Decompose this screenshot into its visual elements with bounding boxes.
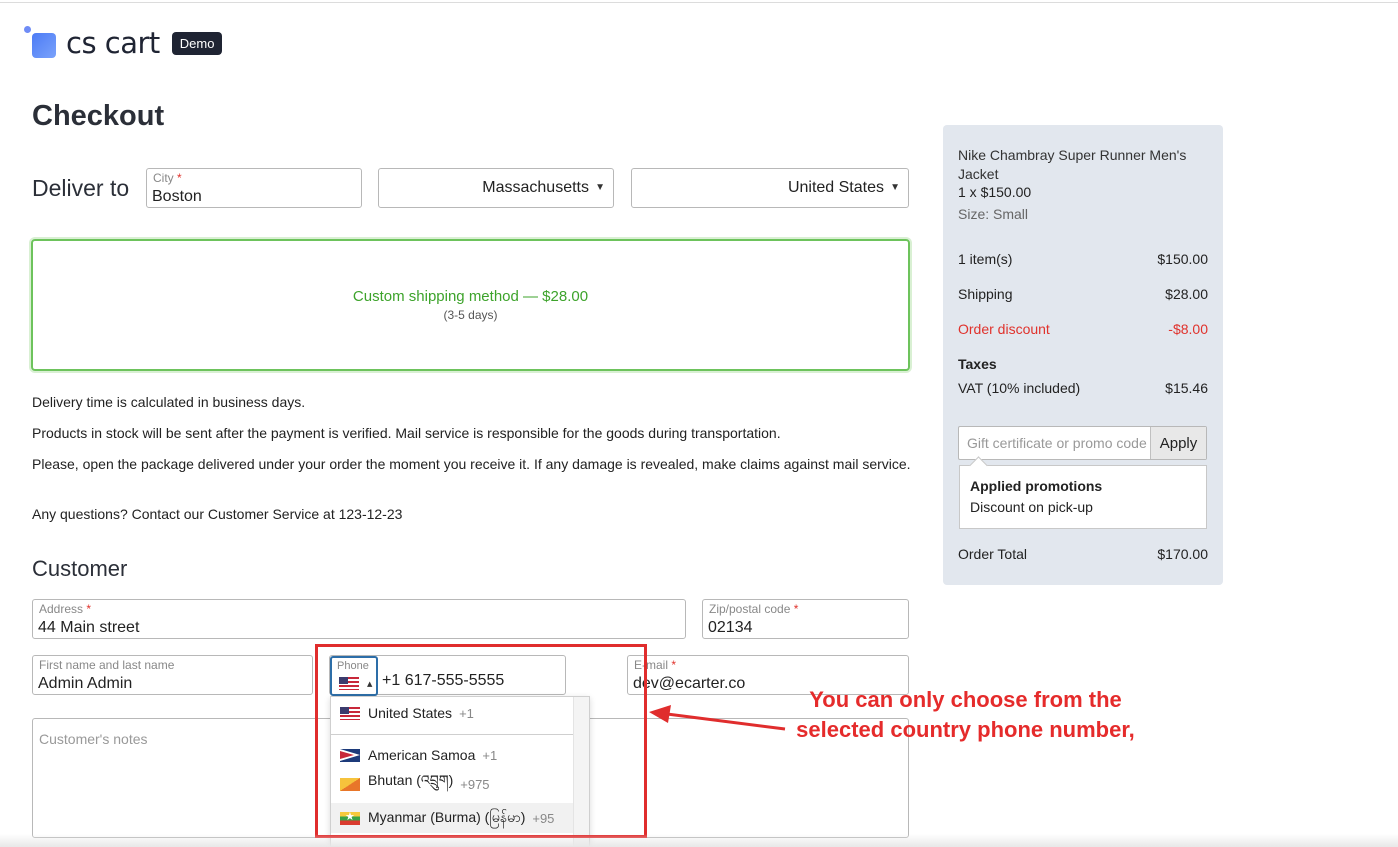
deliver-to-label: Deliver to — [32, 175, 130, 201]
address-field[interactable]: Address * 44 Main street — [32, 599, 686, 639]
subtotal-row: 1 item(s) $150.00 — [958, 251, 1208, 267]
product-size: Size: Small — [958, 206, 1029, 222]
chevron-down-icon: ▼ — [890, 182, 900, 193]
address-value: 44 Main street — [38, 619, 140, 636]
state-value: Massachusetts — [482, 179, 589, 196]
delivery-note: Delivery time is calculated in business … — [32, 394, 306, 410]
subtotal-label: 1 item(s) — [958, 251, 1013, 267]
shipping-method-name: Custom shipping method — $28.00 — [352, 288, 589, 305]
shipping-value: $28.00 — [1165, 286, 1208, 302]
delivery-note: Please, open the package delivered under… — [32, 456, 911, 472]
annotation-highlight-box — [315, 644, 647, 838]
zip-label: Zip/postal code * — [709, 602, 799, 616]
top-border — [0, 0, 1398, 3]
address-label: Address * — [39, 602, 92, 616]
delivery-note: Any questions? Contact our Customer Serv… — [32, 506, 403, 522]
email-value: dev@ecarter.co — [633, 675, 746, 692]
order-summary-panel: Nike Chambray Super Runner Men's Jacket … — [943, 125, 1223, 585]
zip-field[interactable]: Zip/postal code * 02134 — [702, 599, 909, 639]
promo-code-input[interactable]: Gift certificate or promo code — [967, 435, 1152, 451]
city-field[interactable]: City * Boston — [146, 168, 362, 208]
name-value: Admin Admin — [38, 675, 133, 692]
page-title: Checkout — [32, 100, 165, 132]
applied-promotions-box: Applied promotions Discount on pick-up — [959, 465, 1207, 529]
taxes-title: Taxes — [958, 356, 997, 372]
name-field[interactable]: First name and last name Admin Admin — [32, 655, 313, 695]
product-quantity: 1 x $150.00 — [958, 184, 1032, 200]
applied-promotion-item: Discount on pick-up — [970, 499, 1093, 515]
shipping-method-option[interactable]: Custom shipping method — $28.00 (3-5 day… — [31, 239, 910, 371]
customer-section-title: Customer — [32, 556, 128, 581]
shipping-label: Shipping — [958, 286, 1013, 302]
state-select[interactable]: Massachusetts ▼ — [378, 168, 614, 208]
apply-button[interactable]: Apply — [1150, 427, 1206, 459]
country-value: United States — [787, 179, 884, 196]
applied-promotions-title: Applied promotions — [970, 478, 1103, 494]
order-total-row: Order Total $170.00 — [958, 546, 1208, 562]
city-label: City * — [153, 171, 182, 185]
vat-label: VAT (10% included) — [958, 380, 1081, 396]
shipping-row: Shipping $28.00 — [958, 286, 1208, 302]
demo-badge: Demo — [171, 31, 223, 55]
city-value: Boston — [152, 188, 202, 205]
order-total-value: $170.00 — [1157, 546, 1208, 562]
shipping-method-days: (3-5 days) — [443, 308, 498, 322]
vat-row: VAT (10% included) $15.46 — [958, 380, 1208, 396]
delivery-note: Products in stock will be sent after the… — [32, 425, 781, 441]
customer-notes-placeholder: Customer's notes — [39, 731, 148, 747]
logo-mark-icon — [24, 26, 58, 60]
promo-code-group: Gift certificate or promo code Apply — [958, 426, 1207, 460]
product-name[interactable]: Nike Chambray Super Runner Men's Jacket — [958, 146, 1208, 184]
name-label: First name and last name — [39, 658, 175, 672]
brand-name: cs cart — [66, 26, 160, 60]
zip-value: 02134 — [708, 619, 753, 636]
annotation-text: You can only choose from the selected co… — [796, 687, 1135, 742]
country-select[interactable]: United States ▼ — [631, 168, 909, 208]
discount-label: Order discount — [958, 321, 1050, 337]
vat-value: $15.46 — [1165, 380, 1208, 396]
bottom-fade — [0, 834, 1398, 847]
discount-row: Order discount -$8.00 — [958, 321, 1208, 337]
discount-value: -$8.00 — [1168, 321, 1208, 337]
order-total-label: Order Total — [958, 546, 1027, 562]
logo[interactable]: cs cart Demo — [24, 26, 223, 60]
subtotal-value: $150.00 — [1157, 251, 1208, 267]
annotation-arrow-icon — [649, 705, 786, 731]
chevron-down-icon: ▼ — [595, 182, 605, 193]
